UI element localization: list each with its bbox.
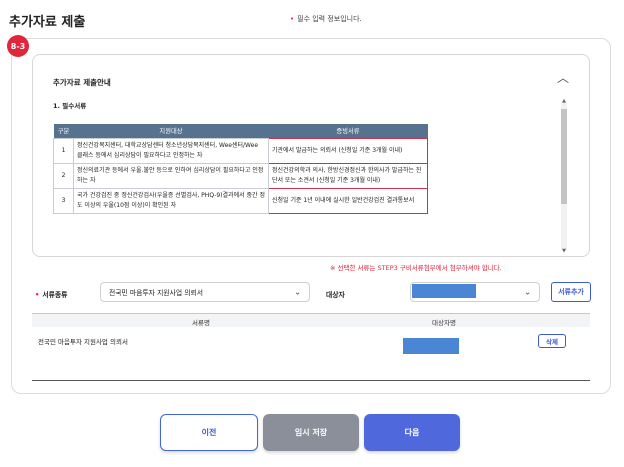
attachment-warning: ※ 선택한 서류는 STEP3 구비서류첨부에서 첨부하셔야 합니다.: [330, 264, 502, 272]
table-row: 3 국가 건강검진 중 정신건강검사(우울증 선별검사, PHQ-9)결과에서 …: [53, 187, 428, 214]
next-button[interactable]: 다음: [364, 414, 460, 451]
document-list-header: 서류명 대상자명: [32, 313, 590, 327]
row-target: 국가 건강검진 중 정신건강검사(우울증 선별검사, PHQ-9)결과에서 중간…: [73, 187, 269, 214]
list-divider: [32, 380, 590, 381]
page-title: 추가자료 제출: [9, 15, 86, 30]
list-doc-name: 전국민 마음투자 지원사업 의뢰서: [38, 338, 128, 346]
chevron-up-icon[interactable]: ︿: [557, 69, 569, 86]
chevron-down-icon: ⌄: [294, 287, 301, 297]
col-header-target: 지원대상: [73, 124, 269, 138]
row-target: 정신의료기관 등에서 우울.불안 등으로 인하여 심리상담이 필요하다고 인정하…: [73, 162, 269, 189]
scroll-up-icon[interactable]: ▲: [561, 98, 567, 104]
info-title: 추가자료 제출안내: [53, 78, 111, 87]
row-docs: 신청일 기준 1년 이내에 실시한 일반건강검진 결과통보서: [268, 187, 428, 214]
row-no: 2: [53, 162, 74, 189]
row-no: 3: [53, 187, 74, 214]
col-header-docs: 증빙서류: [268, 124, 428, 138]
row-no: 1: [53, 137, 74, 164]
col-header-doc-name: 서류명: [192, 319, 210, 327]
masked-target-name: [412, 284, 476, 298]
add-document-button[interactable]: 서류추가: [551, 282, 591, 302]
col-header-no: 구분: [53, 124, 74, 138]
section-heading: 1. 필수서류: [53, 102, 87, 110]
required-docs-table: 구분 지원대상 증빙서류 1 정신건강복지센터, 대학교상담센터 청소년상담복지…: [53, 124, 428, 214]
scrollbar[interactable]: ▲ ▼: [561, 98, 567, 254]
doc-type-label: • 서류종류: [35, 289, 67, 299]
required-note-text: 필수 입력 정보입니다.: [297, 15, 362, 23]
table-row: 2 정신의료기관 등에서 우울.불안 등으로 인하여 심리상담이 필요하다고 인…: [53, 162, 428, 189]
row-docs: 기관에서 발급하는 의뢰서 (신청일 기준 3개월 이내): [268, 137, 428, 164]
step-badge: 8-3: [7, 35, 29, 57]
delete-button[interactable]: 삭제: [538, 334, 566, 348]
doc-type-label-text: 서류종류: [42, 291, 68, 299]
scroll-down-icon[interactable]: ▼: [561, 248, 567, 254]
doc-type-select[interactable]: 전국민 마음투자 지원사업 의뢰서 ⌄: [100, 282, 310, 302]
row-docs: 정신건강의학과 의사, 한방신경정신과 한의사가 발급하는 진단서 또는 소견서…: [268, 162, 428, 189]
row-target: 정신건강복지센터, 대학교상담센터 청소년상담복지센터, Wee센터/Wee 클…: [73, 137, 269, 164]
target-label: 대상자: [326, 291, 345, 299]
info-scroll-area[interactable]: 1. 필수서류 구분 지원대상 증빙서류 1 정신건강복지센터, 대학교상담센터…: [53, 100, 568, 253]
list-item: 전국민 마음투자 지원사업 의뢰서: [32, 327, 590, 353]
required-note: • 필수 입력 정보입니다.: [290, 14, 362, 24]
table-row: 1 정신건강복지센터, 대학교상담센터 청소년상담복지센터, Wee센터/Wee…: [53, 137, 428, 164]
masked-target-name: [403, 338, 459, 354]
temp-save-button[interactable]: 임시 저장: [263, 414, 359, 451]
doc-type-value: 전국민 마음투자 지원사업 의뢰서: [109, 289, 204, 297]
chevron-down-icon: ⌄: [524, 287, 531, 297]
required-mark: •: [290, 15, 295, 23]
scrollbar-thumb[interactable]: [561, 109, 567, 204]
required-mark: •: [35, 291, 40, 299]
col-header-target-name: 대상자명: [432, 319, 456, 327]
prev-button[interactable]: 이전: [160, 414, 258, 451]
info-panel: 추가자료 제출안내 ︿ 1. 필수서류 구분 지원대상 증빙서류 1 정신건강복…: [32, 54, 590, 257]
